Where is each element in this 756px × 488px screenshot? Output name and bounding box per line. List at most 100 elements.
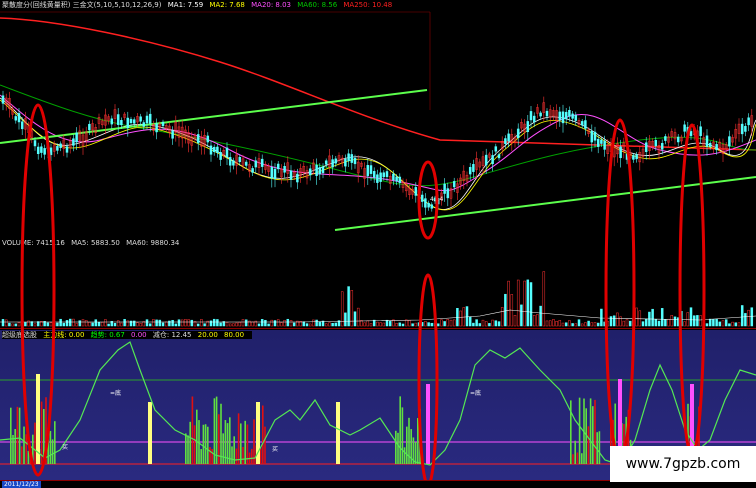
kline-svg [0, 11, 756, 231]
volume-bar [523, 280, 526, 327]
volume-bar [606, 321, 610, 327]
candle-body [353, 157, 357, 165]
volume-bar [244, 319, 248, 327]
volume-bar [340, 291, 344, 327]
candle-body [497, 154, 501, 159]
volume-bar [216, 319, 219, 327]
indicator-bar [207, 426, 209, 464]
volume-bar [404, 319, 408, 327]
candle-body [139, 116, 142, 122]
volume-bar [283, 320, 286, 327]
indicator-bar [14, 429, 16, 464]
volume-bar [238, 321, 242, 327]
candle-body [206, 135, 210, 143]
volume-bar [232, 323, 235, 327]
indicator-bar [193, 425, 196, 464]
volume-bar [81, 319, 85, 327]
indicator-bar [187, 435, 189, 464]
candle-body [683, 124, 686, 132]
volume-bar [97, 321, 101, 327]
volume-bar [276, 319, 280, 327]
volume-bar [452, 319, 456, 327]
candle-body [676, 136, 680, 143]
indicator-bar [51, 439, 54, 464]
volume-bar [558, 320, 562, 327]
indicator-bar [235, 448, 238, 464]
candle-body [344, 158, 347, 167]
volume-bar [667, 318, 670, 327]
volume-bar [516, 279, 520, 327]
candle-body [75, 132, 78, 143]
candle-body [379, 172, 382, 182]
volume-bar [267, 323, 270, 327]
volume-bar [235, 322, 238, 327]
volume-bar [52, 323, 56, 327]
volume-bar [203, 323, 206, 327]
candle-body [132, 119, 136, 124]
candle-body [632, 155, 635, 160]
candle-body [40, 146, 43, 153]
candle-body [664, 136, 667, 141]
indicator-bar [417, 418, 419, 464]
volume-bar [708, 318, 712, 327]
candle-body [708, 142, 712, 147]
candle-body [283, 166, 286, 173]
volume-bar [593, 322, 597, 327]
volume-bar [408, 320, 411, 327]
volume-bar [580, 323, 584, 327]
indicator-bar [574, 440, 576, 464]
candle-body [88, 123, 91, 131]
volume-bar [94, 319, 98, 327]
volume-bar [744, 313, 747, 327]
volume-bar [379, 322, 382, 327]
candle-body [580, 121, 584, 126]
signal-bar [36, 374, 40, 464]
volume-bar [174, 323, 178, 327]
candle-body [747, 117, 750, 126]
indicator-bar [189, 421, 191, 464]
indicator-bar [419, 408, 421, 464]
indicator-bar [16, 406, 19, 464]
volume-bar [120, 322, 123, 327]
candle-body [273, 168, 277, 179]
candle-body [504, 138, 507, 145]
indicator-bar [215, 396, 218, 464]
candle-body [43, 148, 46, 155]
indicator-bar [395, 430, 397, 464]
volume-bar [552, 319, 555, 327]
volume-bar [139, 323, 142, 327]
volume-bar [260, 319, 264, 327]
volume-bar [436, 323, 440, 327]
candle-body [699, 126, 702, 137]
low-price-label: 4.14 [430, 196, 444, 203]
volume-bar [507, 280, 510, 327]
volume-bar [264, 319, 267, 327]
candle-body [443, 183, 446, 194]
candle-body [568, 110, 571, 117]
volume-bar [334, 322, 338, 327]
volume-chart-pane[interactable]: VOLUME: 7415.16 MA5: 5883.50 MA60: 9880.… [0, 238, 756, 328]
volume-bar [542, 271, 546, 327]
candle-body [161, 121, 165, 127]
volume-bar [635, 307, 638, 327]
volume-bar [171, 319, 174, 327]
volume-bar [289, 320, 293, 327]
volume-bar [107, 323, 110, 327]
candle-body [740, 123, 744, 135]
indicator-bar [598, 431, 601, 464]
volume-bar [344, 312, 347, 327]
candle-body [369, 165, 373, 174]
indicator-bar [231, 446, 233, 464]
volume-bar [184, 319, 187, 327]
indicator-bar [209, 447, 211, 464]
kline-chart-pane[interactable]: 聚散度分(回线黄量积) 三金文(5,10,5,10,12,26,9) MA1: … [0, 0, 756, 238]
marker-label-1: =底 [110, 390, 122, 397]
candle-body [17, 113, 21, 123]
volume-bar [152, 319, 155, 327]
candle-body [276, 163, 280, 170]
volume-bar [724, 319, 728, 327]
candle-body [212, 146, 216, 152]
volume-bar [292, 322, 296, 327]
volume-bar [529, 282, 533, 327]
volume-bar [644, 318, 648, 327]
